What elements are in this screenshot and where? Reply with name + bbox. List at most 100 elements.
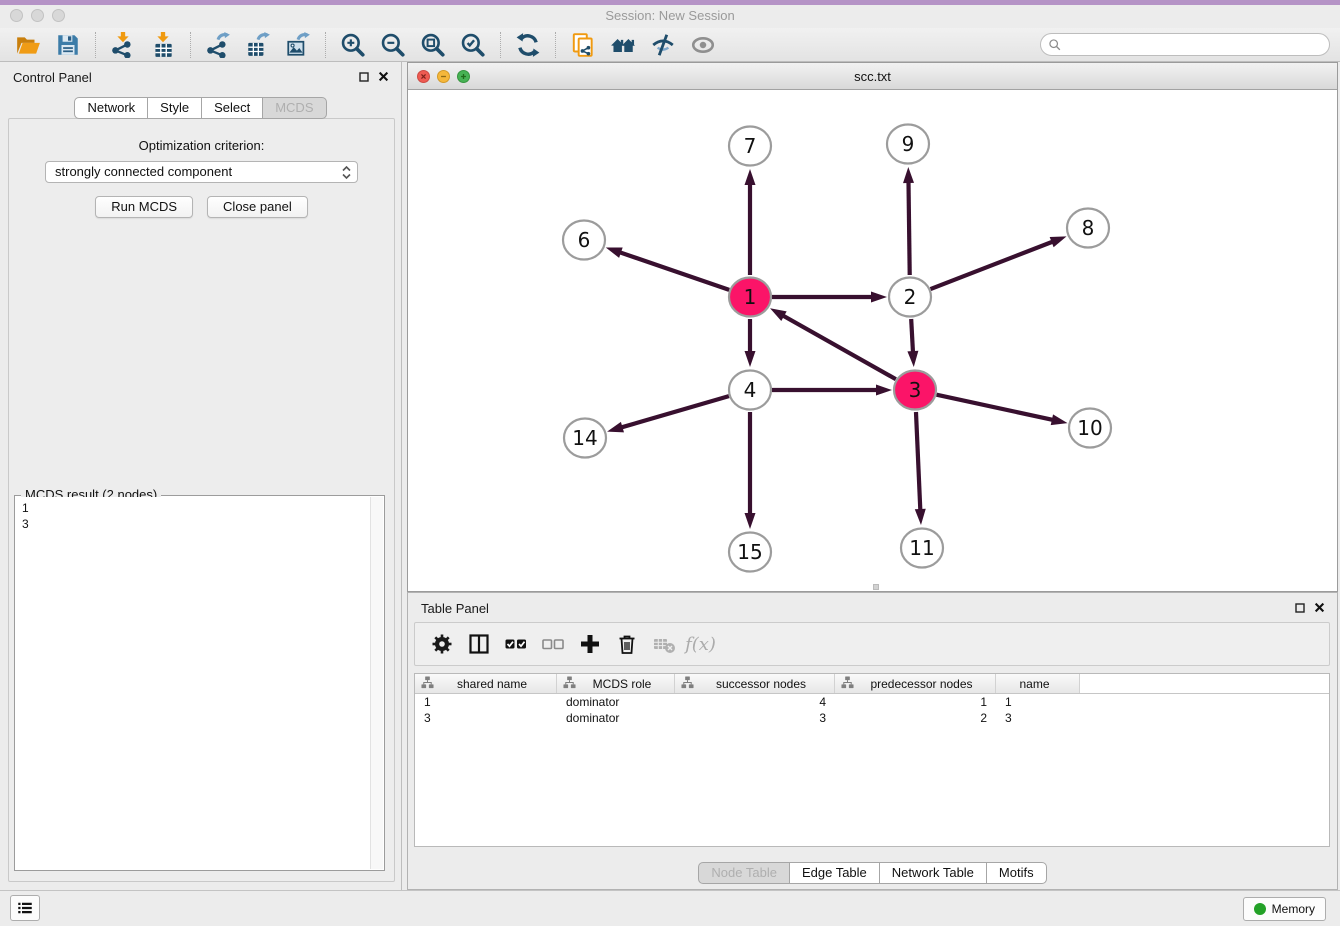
network-canvas[interactable]: 1234678910111415 (408, 90, 1337, 591)
table-cell[interactable]: 3 (996, 710, 1080, 726)
zoom-selected-button[interactable] (453, 30, 493, 60)
graph-edge-1-6[interactable] (618, 252, 729, 290)
table-cell[interactable]: 3 (415, 710, 557, 726)
optimization-criterion-label: Optimization criterion: (9, 138, 394, 153)
table-cell[interactable]: 3 (675, 710, 835, 726)
zoom-in-button[interactable] (333, 30, 373, 60)
import-table-button[interactable] (143, 30, 183, 60)
memory-button[interactable]: Memory (1243, 897, 1326, 921)
mcds-panel: Optimization criterion: strongly connect… (8, 118, 395, 882)
tab-network[interactable]: Network (74, 97, 148, 119)
network-graph: 1234678910111415 (408, 90, 1337, 591)
search-field[interactable] (1040, 33, 1330, 56)
tree-icon (841, 676, 854, 692)
export-network-button[interactable] (198, 30, 238, 60)
control-panel: Control Panel NetworkStyleSelectMCDS Opt… (0, 62, 402, 890)
table-cell[interactable]: 2 (835, 710, 996, 726)
import-table-icon (150, 32, 176, 58)
result-scrollbar[interactable] (370, 497, 383, 869)
zoom-out-button[interactable] (373, 30, 413, 60)
tab-node-table[interactable]: Node Table (698, 862, 790, 884)
table-body: 1dominator4113dominator323 (415, 694, 1329, 726)
hide-selected-button[interactable] (643, 30, 683, 60)
tab-network-table[interactable]: Network Table (879, 862, 987, 884)
tab-mcds[interactable]: MCDS (262, 97, 326, 119)
show-column-panel-button[interactable] (460, 626, 497, 662)
tab-edge-table[interactable]: Edge Table (789, 862, 880, 884)
graph-edge-4-14[interactable] (620, 396, 729, 428)
tree-icon (681, 676, 694, 692)
show-all-button[interactable] (683, 30, 723, 60)
memory-status-icon (1254, 903, 1266, 915)
select-all-columns-button[interactable] (497, 626, 534, 662)
graph-edge-arrowhead (745, 513, 756, 529)
column-header-name[interactable]: name (996, 674, 1080, 693)
column-header-successor-nodes[interactable]: successor nodes (675, 674, 835, 693)
table-cell[interactable]: 1 (835, 694, 996, 710)
graph-edge-arrowhead (606, 247, 623, 257)
duplicate-network-button[interactable] (563, 30, 603, 60)
zoom-fit-button[interactable] (413, 30, 453, 60)
main-toolbar (0, 28, 1340, 62)
table-cell[interactable]: 4 (675, 694, 835, 710)
splitter-handle[interactable] (873, 584, 879, 590)
home-icon (610, 32, 636, 58)
graph-edge-arrowhead (770, 308, 787, 321)
import-network-button[interactable] (103, 30, 143, 60)
column-header-predecessor-nodes[interactable]: predecessor nodes (835, 674, 996, 693)
window-title: Session: New Session (0, 8, 1340, 23)
graph-node-label: 3 (909, 378, 922, 402)
table-cell[interactable]: 1 (415, 694, 557, 710)
toolbar-separator (555, 32, 556, 58)
run-mcds-button[interactable]: Run MCDS (95, 196, 193, 218)
add-column-button[interactable] (571, 626, 608, 662)
deselect-all-columns-button[interactable] (534, 626, 571, 662)
graph-edge-arrowhead (745, 351, 756, 367)
tab-style[interactable]: Style (147, 97, 202, 119)
close-panel-button[interactable]: Close panel (207, 196, 308, 218)
mcds-result-text[interactable]: 1 3 (16, 497, 370, 869)
table-cell[interactable]: 1 (996, 694, 1080, 710)
export-table-button[interactable] (238, 30, 278, 60)
float-table-panel-icon[interactable] (1295, 603, 1305, 613)
graph-edge-2-9[interactable] (908, 180, 909, 275)
delete-column-button[interactable] (608, 626, 645, 662)
table-settings-button[interactable] (423, 626, 460, 662)
function-builder-icon: f(x) (685, 634, 716, 655)
export-image-button[interactable] (278, 30, 318, 60)
graph-edge-3-11[interactable] (916, 412, 920, 512)
network-view-window: scc.txt 1234678910111415 (407, 62, 1338, 592)
list-icon (16, 899, 34, 917)
criterion-dropdown[interactable]: strongly connected component (45, 161, 358, 183)
table-row[interactable]: 3dominator323 (415, 710, 1329, 726)
graph-edge-3-10[interactable] (936, 395, 1054, 421)
float-panel-icon[interactable] (359, 72, 369, 82)
table-cell[interactable]: dominator (557, 694, 675, 710)
export-image-icon (285, 32, 311, 58)
save-session-button[interactable] (48, 30, 88, 60)
zoom-out-icon (380, 32, 406, 58)
close-panel-icon[interactable] (378, 71, 389, 82)
column-header-label: successor nodes (694, 677, 834, 691)
table-row[interactable]: 1dominator411 (415, 694, 1329, 710)
open-session-button[interactable] (8, 30, 48, 60)
search-input[interactable] (1062, 36, 1329, 54)
table-cell[interactable]: dominator (557, 710, 675, 726)
status-bar: Memory (0, 890, 1340, 926)
refresh-button[interactable] (508, 30, 548, 60)
tab-motifs[interactable]: Motifs (986, 862, 1047, 884)
graph-edge-3-1[interactable] (781, 315, 895, 380)
task-history-button[interactable] (10, 895, 40, 921)
network-window-titlebar[interactable]: scc.txt (408, 63, 1337, 90)
toolbar-separator (500, 32, 501, 58)
tab-select[interactable]: Select (201, 97, 263, 119)
column-header-MCDS-role[interactable]: MCDS role (557, 674, 675, 693)
graph-edge-2-3[interactable] (911, 319, 913, 354)
graph-edge-2-8[interactable] (931, 241, 1055, 289)
chevron-up-down-icon (341, 165, 352, 186)
home-button[interactable] (603, 30, 643, 60)
table-panel-title: Table Panel (421, 601, 489, 616)
graph-node-label: 14 (572, 426, 597, 450)
close-table-panel-icon[interactable] (1314, 602, 1325, 613)
column-header-shared-name[interactable]: shared name (415, 674, 557, 693)
